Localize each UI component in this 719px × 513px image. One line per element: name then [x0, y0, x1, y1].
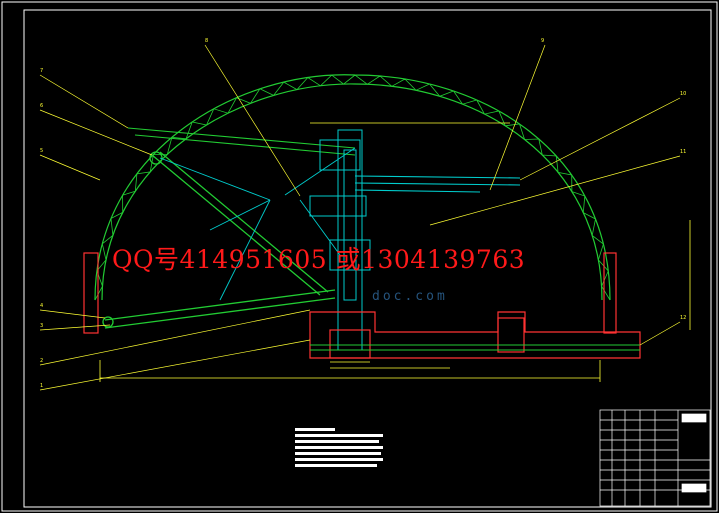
right-conveyor	[354, 175, 521, 193]
tie-cables	[159, 147, 356, 301]
callout-label: 12	[680, 315, 686, 321]
callout-label: 1	[40, 383, 43, 389]
callout-label: 11	[680, 149, 686, 155]
upper-boom	[127, 127, 356, 156]
callout-label: 10	[680, 91, 686, 97]
callout-label: 5	[40, 148, 43, 154]
watermark-contact: QQ号414951605 或1304139763	[112, 245, 526, 274]
ground-rails	[310, 344, 640, 351]
callout-label: 2	[40, 358, 43, 364]
callout-label: 3	[40, 323, 43, 329]
callout-label: 7	[40, 68, 43, 74]
title-block	[599, 409, 711, 507]
callout-label: 6	[40, 103, 43, 109]
callout-label: 4	[40, 303, 43, 309]
callouts: 7 6 5 4 3 2 1 8 9 10 11 12	[40, 38, 686, 389]
callout-label: 9	[541, 38, 544, 44]
watermark-site: doc.com	[372, 289, 448, 304]
leader-lines	[39, 44, 681, 391]
technical-notes	[295, 428, 383, 467]
callout-label: 8	[205, 38, 208, 44]
